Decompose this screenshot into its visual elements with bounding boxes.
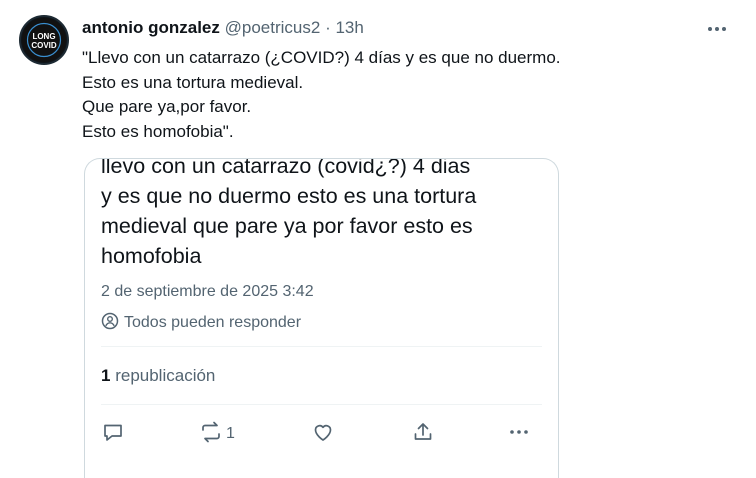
avatar-text-long: LONG <box>32 32 55 41</box>
action-bar: 1 <box>101 421 531 447</box>
quoted-post-text: llevo con un catarrazo (covid¿?) 4 dias … <box>101 158 477 268</box>
like-button[interactable] <box>311 421 335 447</box>
repost-summary[interactable]: 1 republicación <box>101 366 215 386</box>
separator-dot: · <box>325 18 331 37</box>
retweet-count: 1 <box>226 425 235 442</box>
share-icon <box>411 420 435 449</box>
divider <box>101 346 542 347</box>
more-options-icon[interactable] <box>704 18 730 40</box>
tweet-text: "Llevo con un catarrazo (¿COVID?) 4 días… <box>82 48 561 141</box>
author-name[interactable]: antonio gonzalez <box>82 18 220 37</box>
quoted-post-card[interactable]: llevo con un catarrazo (covid¿?) 4 dias … <box>84 158 559 478</box>
tweet-time[interactable]: 13h <box>335 18 363 37</box>
more-button[interactable] <box>507 421 531 447</box>
heart-icon <box>311 420 335 449</box>
reply-button[interactable] <box>101 421 125 447</box>
avatar[interactable]: LONG COVID <box>19 15 69 65</box>
retweet-button[interactable]: 1 <box>199 421 235 447</box>
reply-setting-label: Todos pueden responder <box>124 314 302 331</box>
avatar-text-covid: COVID <box>31 41 57 50</box>
reply-icon <box>101 420 125 449</box>
divider <box>101 404 542 405</box>
reply-setting-icon <box>101 312 119 335</box>
tweet-header: antonio gonzalez @poetricus2 · 13h <box>82 17 364 39</box>
reply-setting: Todos pueden responder <box>101 312 301 334</box>
repost-label: republicación <box>115 366 216 385</box>
repost-count: 1 <box>101 366 111 385</box>
more-icon <box>507 420 531 449</box>
share-button[interactable] <box>411 421 435 447</box>
retweet-icon <box>199 420 223 449</box>
quoted-post-date[interactable]: 2 de septiembre de 2025 3:42 <box>101 283 314 301</box>
author-handle[interactable]: @poetricus2 <box>225 18 321 37</box>
